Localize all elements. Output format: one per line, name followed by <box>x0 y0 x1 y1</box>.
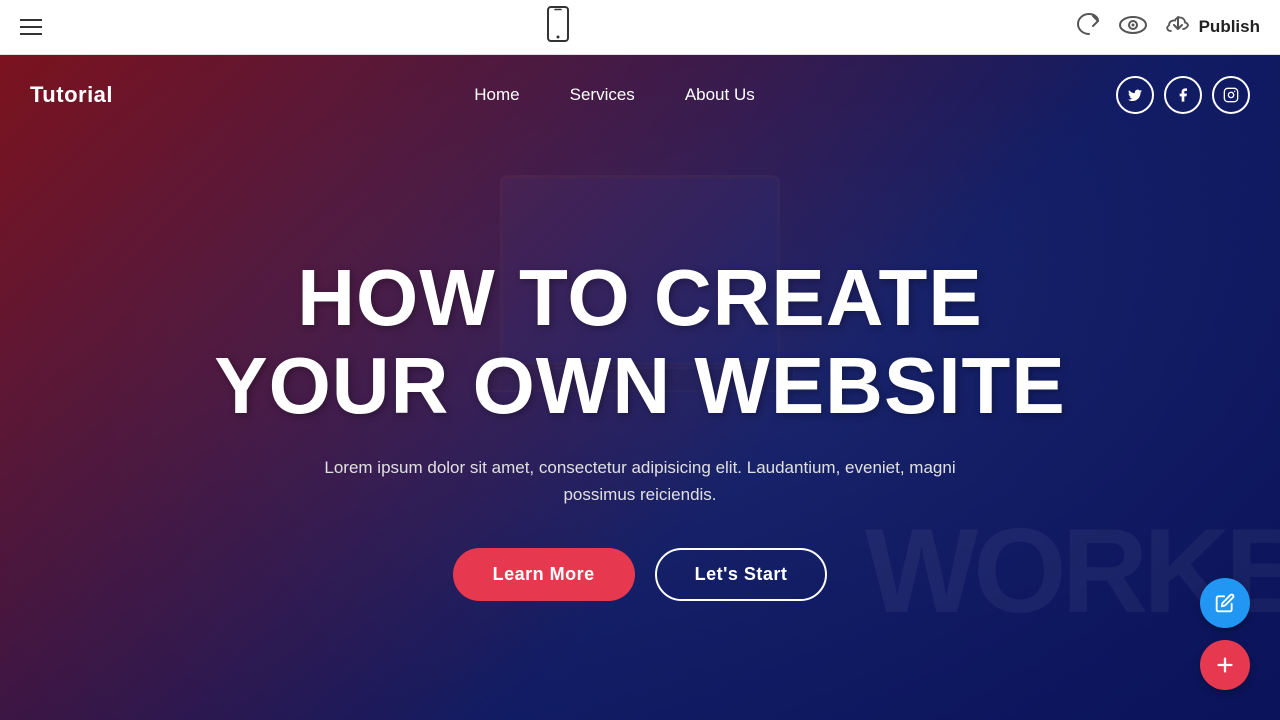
toolbar-right: Publish <box>1075 13 1260 41</box>
toolbar-center <box>547 6 569 48</box>
hero-content: HOW TO CREATE YOUR OWN WEBSITE Lorem ips… <box>0 55 1280 720</box>
twitter-icon[interactable] <box>1116 76 1154 114</box>
site-nav-links: Home Services About Us <box>474 85 754 105</box>
nav-link-home[interactable]: Home <box>474 85 519 105</box>
publish-cloud-icon <box>1165 15 1191 40</box>
site-logo: Tutorial <box>30 82 113 108</box>
hero-buttons: Learn More Let's Start <box>453 548 828 601</box>
site-navbar: Tutorial Home Services About Us <box>0 55 1280 135</box>
hero-title-line2: YOUR OWN WEBSITE <box>214 341 1066 430</box>
lets-start-button[interactable]: Let's Start <box>655 548 828 601</box>
publish-label: Publish <box>1199 17 1260 37</box>
add-fab-button[interactable] <box>1200 640 1250 690</box>
instagram-icon[interactable] <box>1212 76 1250 114</box>
fab-container <box>1200 578 1250 690</box>
toolbar: Publish <box>0 0 1280 55</box>
hero-title-line1: HOW TO CREATE <box>297 253 983 342</box>
facebook-icon[interactable] <box>1164 76 1202 114</box>
nav-link-about-us[interactable]: About Us <box>685 85 755 105</box>
learn-more-button[interactable]: Learn More <box>453 548 635 601</box>
publish-button[interactable]: Publish <box>1165 15 1260 40</box>
hamburger-menu-icon[interactable] <box>20 19 42 35</box>
preview-eye-icon[interactable] <box>1119 14 1147 40</box>
edit-fab-button[interactable] <box>1200 578 1250 628</box>
website-preview: WORKE Tutorial Home Services About Us <box>0 55 1280 720</box>
site-social-icons <box>1116 76 1250 114</box>
undo-icon[interactable] <box>1075 13 1101 41</box>
hero-description: Lorem ipsum dolor sit amet, consectetur … <box>290 454 990 508</box>
hero-title: HOW TO CREATE YOUR OWN WEBSITE <box>214 254 1066 430</box>
nav-link-services[interactable]: Services <box>570 85 635 105</box>
mobile-preview-icon[interactable] <box>547 6 569 48</box>
toolbar-left <box>20 19 42 35</box>
